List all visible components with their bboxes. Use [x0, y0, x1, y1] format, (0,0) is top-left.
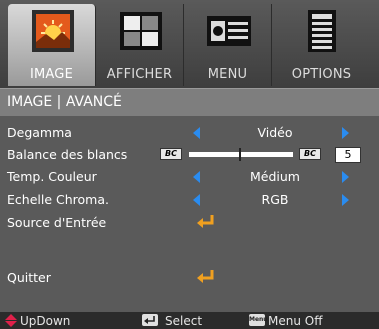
- footer-hints: UpDown Select Menu Menu Off: [0, 312, 379, 329]
- white-balance-label: Balance des blancs: [7, 147, 128, 162]
- breadcrumb-bar: IMAGE | AVANCÉ: [0, 88, 379, 117]
- setting-row-quit[interactable]: Quitter: [0, 267, 379, 289]
- tab-afficher[interactable]: AFFICHER: [96, 4, 184, 86]
- setting-row-input-source[interactable]: Source d'Entrée: [0, 212, 379, 234]
- chroma-scale-value: RGB: [261, 192, 289, 207]
- select-hint: Select: [165, 314, 203, 328]
- arrow-right-icon[interactable]: [342, 194, 349, 206]
- tab-menu-label: MENU: [207, 67, 248, 82]
- menu-key-icon: Menu: [249, 314, 268, 326]
- degamma-value: Vidéo: [257, 125, 293, 140]
- updown-hint: UpDown: [20, 314, 71, 328]
- setting-row-white-balance[interactable]: Balance des blancs BC BC 5: [0, 144, 379, 166]
- updown-icon: [5, 314, 17, 327]
- enter-key-icon: [142, 314, 158, 326]
- settings-panel: Degamma Vidéo Balance des blancs BC BC 5…: [0, 116, 379, 312]
- tab-image[interactable]: IMAGE: [8, 4, 96, 86]
- arrow-left-icon[interactable]: [193, 127, 200, 139]
- tab-menu[interactable]: MENU: [184, 4, 272, 86]
- tab-options[interactable]: OPTIONS: [272, 4, 371, 86]
- image-icon: [32, 10, 74, 52]
- quit-label: Quitter: [7, 270, 51, 285]
- setting-row-degamma[interactable]: Degamma Vidéo: [0, 122, 379, 144]
- enter-icon[interactable]: [195, 213, 217, 231]
- bc-icon: BC: [299, 148, 321, 160]
- degamma-label: Degamma: [7, 125, 72, 140]
- bc-icon: BC: [160, 148, 182, 160]
- setting-row-chroma-scale[interactable]: Echelle Chroma. RGB: [0, 189, 379, 211]
- tab-options-label: OPTIONS: [291, 67, 352, 82]
- input-source-label: Source d'Entrée: [7, 215, 107, 230]
- projector-osd: IMAGE AFFICHER MENU OPTIONS IMAGE | AVAN…: [0, 0, 379, 329]
- enter-icon[interactable]: [195, 268, 217, 286]
- white-balance-value: 5: [335, 147, 361, 163]
- tab-afficher-label: AFFICHER: [106, 67, 173, 82]
- color-temp-value: Médium: [250, 169, 300, 184]
- tab-image-label: IMAGE: [29, 67, 73, 82]
- display-icon: [120, 12, 162, 50]
- setting-row-color-temp[interactable]: Temp. Couleur Médium: [0, 166, 379, 188]
- page-title: IMAGE | AVANCÉ: [7, 94, 122, 110]
- color-temp-label: Temp. Couleur: [7, 169, 97, 184]
- menu-off-hint: Menu Off: [268, 314, 323, 328]
- arrow-right-icon[interactable]: [342, 127, 349, 139]
- slider-thumb[interactable]: [238, 148, 241, 161]
- options-icon: [308, 10, 336, 52]
- white-balance-slider[interactable]: [189, 148, 293, 161]
- arrow-left-icon[interactable]: [193, 194, 200, 206]
- menu-icon: [207, 16, 251, 46]
- arrow-left-icon[interactable]: [193, 171, 200, 183]
- arrow-right-icon[interactable]: [342, 171, 349, 183]
- chroma-scale-label: Echelle Chroma.: [7, 192, 109, 207]
- tab-bar: IMAGE AFFICHER MENU OPTIONS: [0, 0, 379, 88]
